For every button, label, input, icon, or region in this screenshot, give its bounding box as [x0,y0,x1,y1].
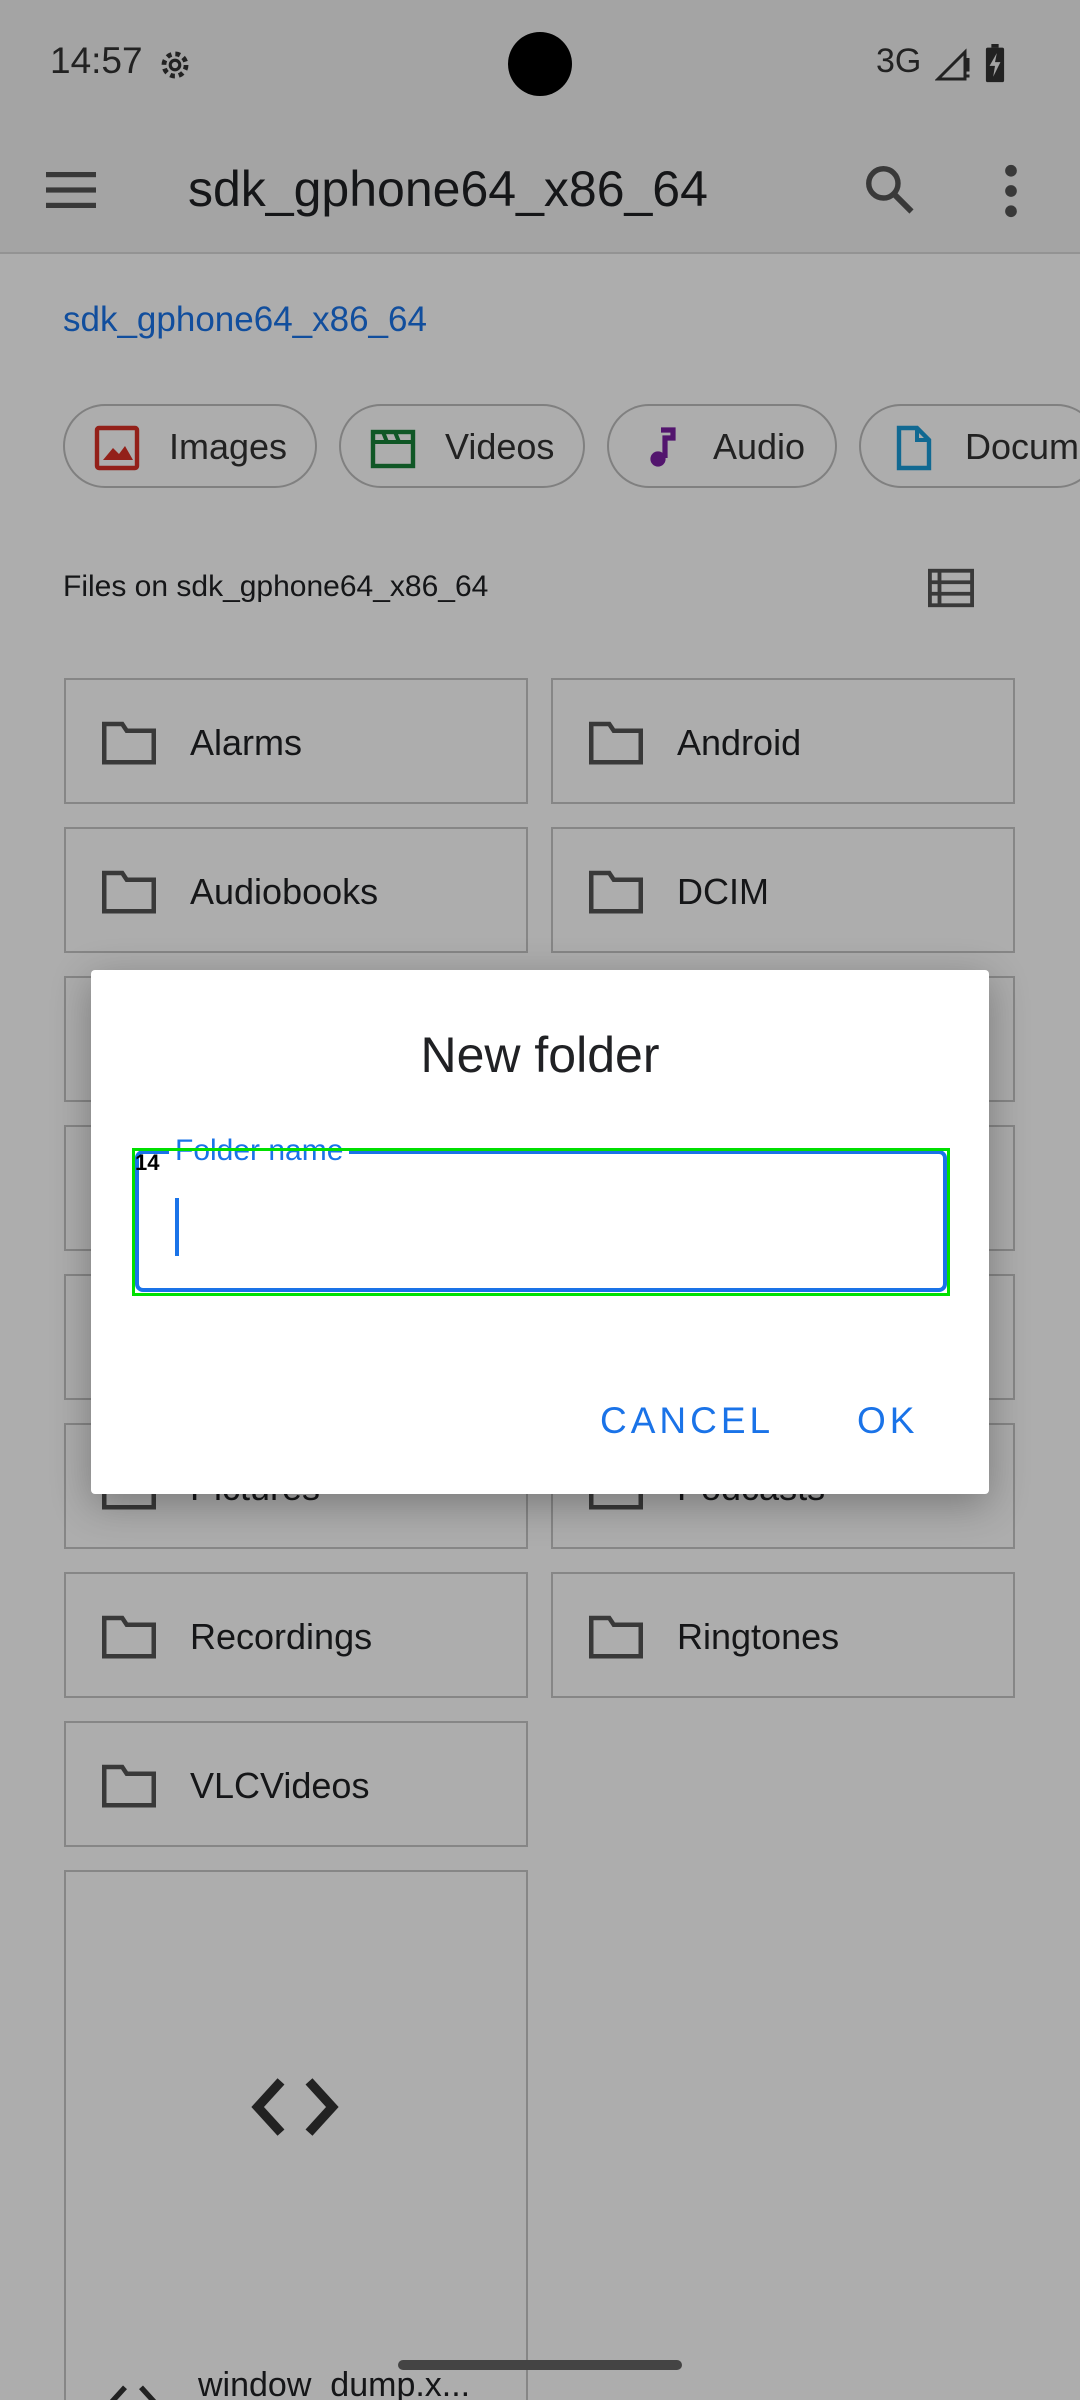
cancel-button[interactable]: CANCEL [600,1400,774,1442]
gesture-nav-handle[interactable] [398,2360,682,2370]
new-folder-dialog: New folder Folder name 14 CANCEL OK [91,970,989,1494]
dialog-title: New folder [420,1027,660,1083]
element-index-tag: 14 [135,1150,160,1175]
focus-highlight [132,1148,950,1296]
ok-button[interactable]: OK [857,1400,918,1442]
